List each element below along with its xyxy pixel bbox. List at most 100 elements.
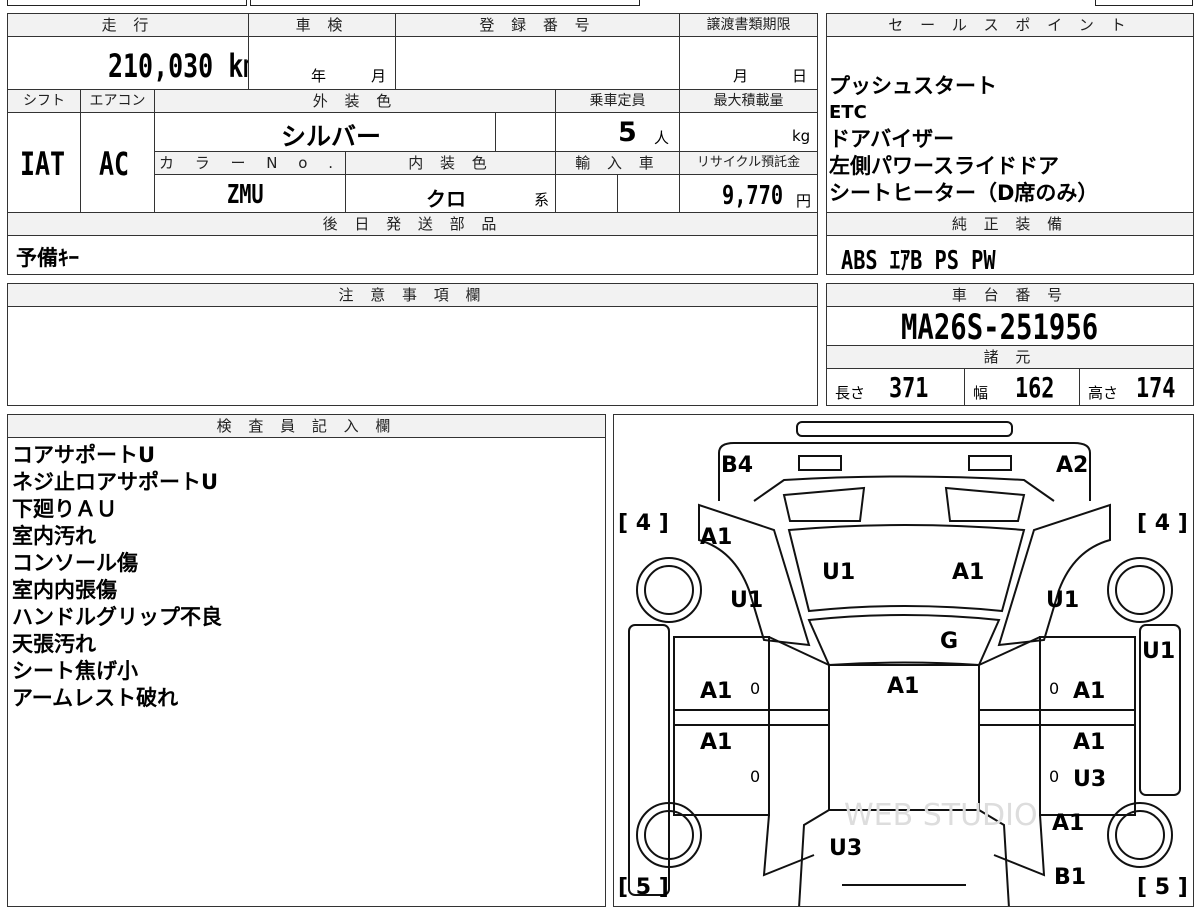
mark-zero-3: 0 (750, 767, 761, 786)
specs-width-label: 幅 (973, 384, 989, 402)
exterior-color-value: シルバー (281, 122, 382, 151)
later-parts-value: 予備ｷｰ (16, 246, 79, 270)
mark-u1-side-right: U1 (1142, 639, 1176, 664)
mark-u1-fender-right: U1 (1046, 588, 1080, 613)
recycle-cell: 9,770 円 (679, 174, 818, 213)
exterior-color-extra-cell (495, 112, 556, 152)
interior-color-suffix: 系 (534, 191, 550, 209)
import-cell-a (555, 174, 618, 213)
shift-cell: IAT (7, 112, 81, 213)
transfer-deadline-header: 譲渡書類期限 (679, 13, 818, 37)
top-strip-left (7, 0, 247, 6)
later-parts-header: 後 日 発 送 部 品 (7, 212, 818, 236)
mark-u3-rear: U3 (829, 836, 863, 861)
mark-a1-door-rear-right: A1 (1073, 730, 1106, 755)
watermark-text: WEB STUDIO (844, 798, 1038, 833)
sales-point-item: ドアバイザー (829, 127, 955, 151)
specs-length-cell: 長さ 371 (826, 368, 965, 406)
mark-a1-fender-left: A1 (700, 525, 733, 550)
inspection-year-unit: 年 (311, 67, 327, 85)
specs-length-value: 371 (889, 371, 929, 404)
tire-front-right-bracket: [ 4 ] (1137, 511, 1188, 536)
max-load-cell: kg (679, 112, 818, 152)
genuine-equipment-header: 純 正 装 備 (826, 212, 1194, 236)
import-header: 輸 入 車 (555, 151, 680, 175)
mark-a1-quarter-right: A1 (1052, 811, 1085, 836)
mark-b4: B4 (721, 453, 754, 478)
mark-u1-fender-left: U1 (730, 588, 764, 613)
inspection-header: 車 検 (248, 13, 396, 37)
car-outline: WEB STUDIO (628, 421, 1181, 906)
tire-front-right: 4 (1154, 511, 1171, 536)
inspector-item: 室内汚れ (12, 524, 96, 548)
mark-u1-hood: U1 (822, 560, 856, 585)
chassis-value: MA26S-251956 (901, 308, 1099, 348)
transfer-month-unit: 月 (733, 67, 749, 85)
mark-a1-door-front-left: A1 (700, 679, 733, 704)
notes-cell (7, 306, 818, 406)
tire-rear-right-bracket: [ 5 ] (1137, 875, 1188, 900)
mark-a1-door-front-right: A1 (1073, 679, 1106, 704)
sales-point-item: シートヒーター（D席のみ） (829, 181, 1099, 205)
color-no-value: ZMU (227, 180, 264, 210)
genuine-equipment-value: ABS ｴｱB PS PW (841, 246, 996, 276)
later-parts-cell: 予備ｷｰ (7, 235, 818, 275)
top-strip-right (1095, 0, 1193, 6)
inspector-item: コアサポートU (12, 443, 156, 467)
inspector-item: コンソール傷 (12, 551, 138, 575)
recycle-value: 9,770 (722, 181, 784, 211)
inspector-item: 室内内張傷 (12, 578, 117, 602)
inspector-item: ネジ止ロアサポートU (12, 470, 219, 494)
capacity-header: 乗車定員 (555, 89, 680, 113)
mileage-cell: 210,030 km (7, 36, 258, 90)
inspector-header: 検 査 員 記 入 欄 (7, 414, 606, 438)
mark-u3-door-rear-right: U3 (1073, 767, 1107, 792)
ac-header: エアコン (80, 89, 155, 113)
sales-point-item: プッシュスタート (829, 74, 997, 98)
transfer-day-unit: 日 (792, 67, 808, 85)
ac-value: AC (99, 145, 130, 183)
tire-rear-right: 5 (1154, 875, 1171, 900)
inspector-list: コアサポートU ネジ止ロアサポートU 下廻りＡＵ 室内汚れ コンソール傷 室内内… (12, 442, 222, 712)
inspector-item: シート焦げ小 (12, 659, 138, 683)
max-load-unit: kg (792, 127, 811, 145)
mark-zero-4: 0 (1049, 767, 1060, 786)
tire-rear-left: 5 (635, 875, 652, 900)
sales-points-list: プッシュスタート ETC ドアバイザー 左側パワースライドドア シートヒーター（… (829, 73, 1098, 207)
recycle-header: リサイクル預託金 (679, 151, 818, 175)
car-diagram: WEB STUDIO [ 4 ] [ 4 ] [ 5 ] [ 5 ] B4 A2… (613, 414, 1194, 907)
capacity-unit: 人 (654, 129, 670, 147)
shift-value: IAT (20, 145, 66, 183)
shift-header: シフト (7, 89, 81, 113)
mark-a1-roof: A1 (887, 674, 920, 699)
sales-points-header: セ ー ル ス ポ イ ン ト (826, 13, 1194, 37)
capacity-value: 5 (618, 117, 637, 148)
mark-zero-2: 0 (1049, 679, 1060, 698)
registration-cell (395, 36, 680, 90)
notes-header: 注 意 事 項 欄 (7, 283, 818, 307)
color-no-cell: ZMU (154, 174, 346, 213)
inspection-cell: 年 月 (248, 36, 396, 90)
exterior-color-cell: シルバー (154, 112, 496, 152)
mark-b1: B1 (1054, 865, 1087, 890)
genuine-equipment-cell: ABS ｴｱB PS PW (826, 235, 1194, 276)
tire-front-left-bracket: [ 4 ] (618, 511, 669, 536)
tire-front-left: 4 (635, 511, 652, 536)
specs-header: 諸 元 (826, 345, 1194, 369)
specs-height-label: 高さ (1088, 384, 1119, 402)
max-load-header: 最大積載量 (679, 89, 818, 113)
interior-color-cell: クロ 系 (345, 174, 556, 213)
mark-a1-hood: A1 (952, 560, 985, 585)
inspector-item: 下廻りＡＵ (12, 497, 117, 521)
sales-points-cell: プッシュスタート ETC ドアバイザー 左側パワースライドドア シートヒーター（… (826, 36, 1194, 213)
mileage-header: 走 行 (7, 13, 249, 37)
registration-header: 登 録 番 号 (395, 13, 680, 37)
inspector-item: ハンドルグリップ不良 (12, 605, 222, 629)
mark-a1-door-rear-left: A1 (700, 730, 733, 755)
specs-height-cell: 高さ 174 (1079, 368, 1194, 406)
exterior-color-header: 外 装 色 (154, 89, 556, 113)
inspector-cell: コアサポートU ネジ止ロアサポートU 下廻りＡＵ 室内汚れ コンソール傷 室内内… (7, 437, 606, 907)
top-strip-mid (250, 0, 640, 6)
chassis-cell: MA26S-251956 (826, 306, 1194, 348)
interior-color-header: 内 装 色 (345, 151, 556, 175)
